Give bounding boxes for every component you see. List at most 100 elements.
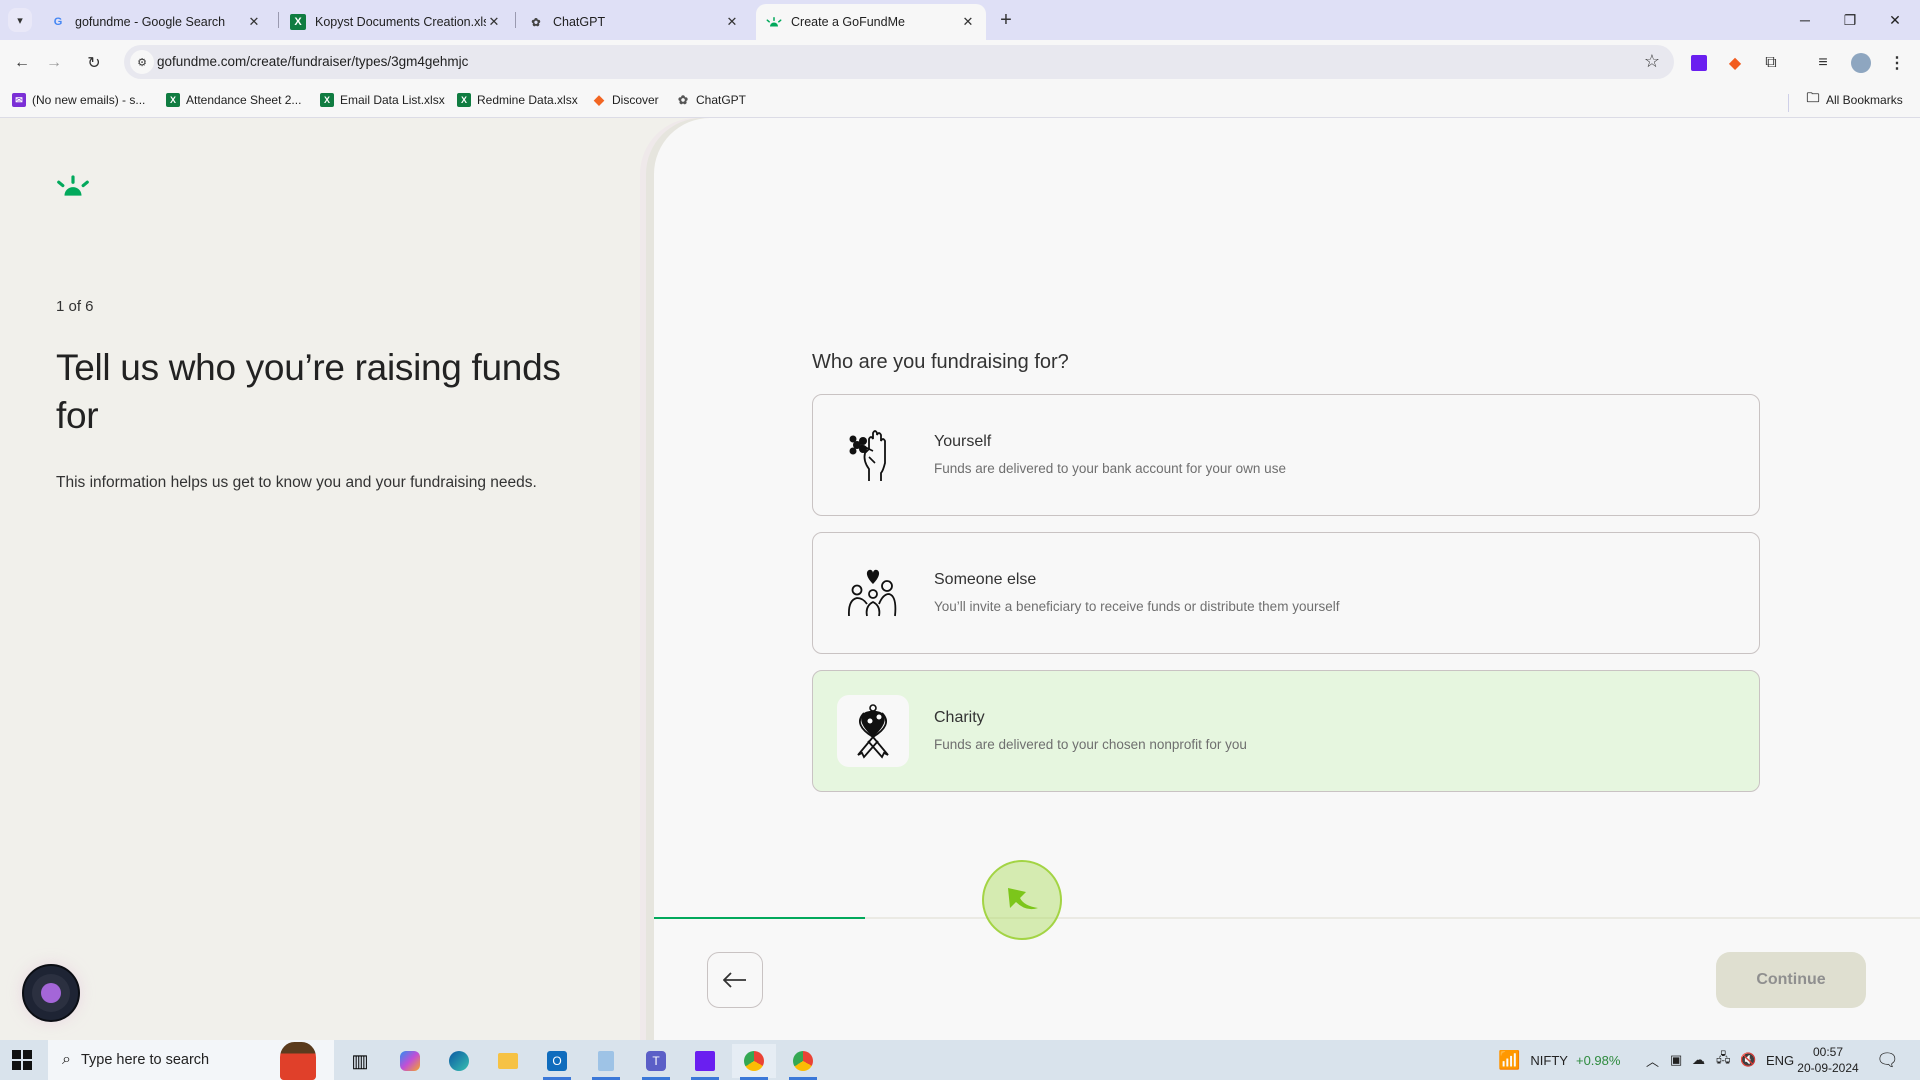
profile-avatar[interactable] (1850, 52, 1872, 74)
charity-ribbon-icon (837, 695, 909, 767)
bookmark-label: ChatGPT (696, 93, 747, 107)
nifty-label: NIFTY (1530, 1052, 1568, 1068)
browser-toolbar: ← → ↻ ⚙ gofundme.com/create/fundraiser/t… (0, 40, 1920, 86)
all-bookmarks-button[interactable]: 🗀 All Bookmarks (1806, 90, 1902, 107)
close-icon[interactable]: ✕ (724, 14, 740, 30)
option-someone-else[interactable]: Someone else You’ll invite a beneficiary… (812, 532, 1760, 654)
step-indicator: 1 of 6 (56, 298, 94, 315)
bookmark-label: Attendance Sheet 2... (186, 93, 302, 107)
tab-create-gofundme[interactable]: Create a GoFundMe ✕ (756, 4, 986, 40)
option-title: Someone else (934, 571, 1037, 588)
chrome-icon[interactable] (732, 1044, 776, 1080)
bookmark-label: Email Data List.xlsx (340, 93, 445, 107)
close-icon[interactable]: ✕ (246, 14, 262, 30)
back-nav-button[interactable]: ← (10, 51, 34, 75)
option-charity[interactable]: Charity Funds are delivered to your chos… (812, 670, 1760, 792)
bookmark-item[interactable]: ◆ Discover (592, 92, 659, 107)
chevron-down-icon: ▾ (17, 14, 23, 27)
discover-icon: ◆ (594, 92, 604, 107)
bookmark-item[interactable]: X Email Data List.xlsx (320, 93, 445, 107)
close-icon[interactable]: ✕ (960, 14, 976, 30)
close-window-button[interactable]: ✕ (1880, 8, 1910, 32)
folder-icon: 🗀 (1806, 90, 1820, 105)
page-content: 1 of 6 Tell us who you’re raising funds … (0, 118, 1920, 1040)
tab-label: Create a GoFundMe (791, 15, 905, 29)
bookmark-item[interactable]: ✉ (No new emails) - s... (12, 93, 145, 107)
meet-now-icon[interactable]: ▣ (1670, 1040, 1682, 1080)
teams-icon[interactable]: T (634, 1044, 678, 1080)
progress-bar (654, 917, 1920, 919)
cursor-arrow-icon (1008, 888, 1038, 910)
file-explorer-icon[interactable] (486, 1044, 530, 1078)
google-icon: G (53, 16, 63, 28)
reload-button[interactable]: ↻ (82, 51, 106, 75)
address-bar[interactable]: ⚙ gofundme.com/create/fundraiser/types/3… (124, 45, 1674, 79)
tab-chatgpt[interactable]: ✿ ChatGPT ✕ (518, 4, 750, 40)
click-highlight-indicator (982, 860, 1062, 940)
minimize-icon: ─ (1800, 12, 1810, 28)
nifty-widget[interactable]: 📶 NIFTY +0.98% (1498, 1040, 1620, 1080)
copilot-icon[interactable] (388, 1044, 432, 1078)
excel-icon: X (457, 93, 471, 107)
bookmark-star-icon[interactable]: ☆ (1644, 51, 1660, 72)
notifications-icon[interactable]: 🗨 (1876, 1040, 1899, 1080)
stock-chart-icon: 📶 (1498, 1049, 1521, 1070)
edge-icon[interactable] (437, 1044, 481, 1078)
forward-nav-button[interactable]: → (42, 51, 66, 75)
restore-button[interactable]: ❐ (1835, 8, 1865, 32)
close-icon[interactable]: ✕ (486, 14, 502, 30)
site-info-button[interactable]: ⚙ (130, 50, 154, 74)
volume-muted-icon[interactable]: 🔇 (1740, 1040, 1756, 1080)
onedrive-icon[interactable]: ☁ (1692, 1040, 1705, 1080)
bookmark-item[interactable]: X Attendance Sheet 2... (166, 93, 301, 107)
tab-google-search[interactable]: G gofundme - Google Search ✕ (40, 4, 272, 40)
bookmark-item[interactable]: ✿ ChatGPT (676, 93, 746, 107)
tab-kopyst-documents[interactable]: X Kopyst Documents Creation.xlsx ✕ (280, 4, 512, 40)
extension-discover-icon[interactable]: ◆ (1724, 52, 1746, 74)
reload-icon: ↻ (87, 55, 101, 72)
windows-taskbar: ⌕ Type here to search ▥ O T 📶 NIFTY +0.9… (0, 1040, 1920, 1080)
new-tab-button[interactable]: + (994, 8, 1018, 32)
gofundme-logo[interactable] (56, 174, 90, 203)
task-view-icon[interactable]: ▥ (338, 1044, 382, 1078)
tab-label: gofundme - Google Search (75, 15, 226, 29)
extensions-puzzle-icon[interactable]: ⧉ (1760, 52, 1782, 74)
notepad-icon[interactable] (584, 1044, 628, 1080)
outlook-icon[interactable]: O (535, 1044, 579, 1080)
stack-app-icon[interactable] (683, 1044, 727, 1080)
bookmark-item[interactable]: X Redmine Data.xlsx (457, 93, 578, 107)
tab-divider (515, 12, 516, 28)
show-hidden-icons-button[interactable]: ︿ (1646, 1040, 1659, 1080)
clock-date: 20-09-2024 (1797, 1061, 1859, 1075)
option-description: Funds are delivered to your chosen nonpr… (934, 737, 1247, 752)
windows-start-button[interactable] (12, 1050, 32, 1070)
left-panel: 1 of 6 Tell us who you’re raising funds … (0, 118, 660, 1040)
url-text[interactable]: gofundme.com/create/fundraiser/types/3gm… (157, 54, 468, 69)
continue-button[interactable]: Continue (1716, 952, 1866, 1008)
option-yourself[interactable]: Yourself Funds are delivered to your ban… (812, 394, 1760, 516)
chrome-profile-icon[interactable] (781, 1044, 825, 1080)
taskbar-search-box[interactable]: ⌕ Type here to search (48, 1040, 334, 1080)
chatgpt-icon: ✿ (677, 93, 689, 107)
assistant-ring (32, 974, 70, 1012)
system-clock[interactable]: 00:57 20-09-2024 (1792, 1044, 1864, 1076)
family-heart-icon (837, 557, 909, 629)
bookmark-label: Redmine Data.xlsx (477, 93, 578, 107)
assistant-launcher-button[interactable] (22, 964, 80, 1022)
media-control-icon[interactable]: ≡ (1812, 52, 1834, 74)
tab-search-button[interactable]: ▾ (8, 8, 32, 32)
language-indicator[interactable]: ENG (1766, 1040, 1794, 1080)
gofundme-logo-icon (57, 175, 89, 196)
minimize-button[interactable]: ─ (1790, 8, 1820, 32)
nifty-change: +0.98% (1575, 1052, 1621, 1068)
restore-icon: ❐ (1843, 11, 1857, 28)
arrow-right-icon: → (46, 54, 62, 71)
more-menu-icon[interactable]: ⋮ (1886, 52, 1908, 74)
network-icon[interactable]: 🖧 (1716, 1040, 1731, 1080)
tune-icon: ⚙ (137, 56, 147, 69)
chevron-up-icon: ︿ (1646, 1053, 1660, 1069)
close-icon: ✕ (1889, 11, 1901, 28)
extension-stack-icon[interactable] (1688, 52, 1710, 74)
back-button[interactable] (707, 952, 763, 1008)
mail-icon: ✉ (12, 93, 26, 107)
